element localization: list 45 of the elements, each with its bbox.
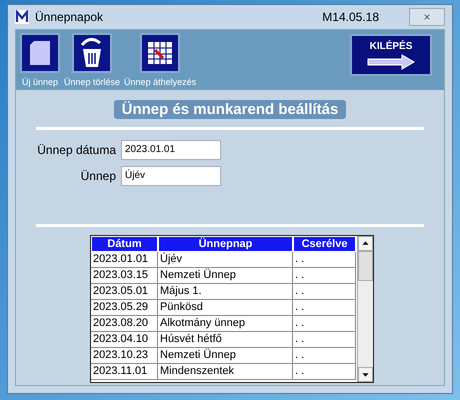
- scroll-up-icon[interactable]: [358, 236, 373, 251]
- table-cell: Május 1.: [158, 284, 293, 300]
- table-cell: Mindenszentek: [158, 364, 293, 380]
- table-cell: Nemzeti Ünnep: [158, 348, 293, 364]
- field-label: Ünnep: [80, 169, 116, 183]
- scrollbar[interactable]: [357, 236, 373, 382]
- column-header[interactable]: Ünnepnap: [158, 236, 293, 252]
- version-label: M14.05.18: [322, 10, 379, 24]
- table-cell: Újév: [158, 252, 293, 268]
- app-logo-icon: [15, 10, 29, 24]
- column-header[interactable]: Dátum: [91, 236, 158, 252]
- table-cell: . .: [293, 364, 356, 380]
- table-cell: Pünkösd: [158, 300, 293, 316]
- table-cell: . .: [293, 252, 356, 268]
- section-heading: Ünnep és munkarend beállítás: [114, 100, 346, 119]
- table-cell: . .: [293, 284, 356, 300]
- table-cell: . .: [293, 316, 356, 332]
- table-cell: 2023.04.10: [91, 332, 158, 348]
- input-field[interactable]: 2023.01.01: [121, 140, 221, 160]
- input-field[interactable]: Újév: [121, 166, 221, 186]
- table-cell: 2023.08.20: [91, 316, 158, 332]
- window-title: Ünnepnapok: [35, 10, 104, 24]
- scroll-down-icon[interactable]: [358, 367, 373, 382]
- table-cell: . .: [293, 348, 356, 364]
- trash-icon: [72, 33, 112, 73]
- arrow-icon: [366, 54, 416, 70]
- field-label: Ünnep dátuma: [36, 143, 116, 157]
- table-cell: 2023.10.23: [91, 348, 158, 364]
- table-cell: Alkotmány ünnep: [158, 316, 293, 332]
- table-cell: 2023.01.01: [91, 252, 158, 268]
- table-cell: Nemzeti Ünnep: [158, 268, 293, 284]
- table-cell: . .: [293, 268, 356, 284]
- scroll-thumb[interactable]: [358, 251, 373, 281]
- close-button[interactable]: ×: [409, 8, 445, 26]
- table-cell: 2023.11.01: [91, 364, 158, 380]
- table-cell: 2023.05.01: [91, 284, 158, 300]
- table-cell: Húsvét hétfő: [158, 332, 293, 348]
- table-cell: 2023.05.29: [91, 300, 158, 316]
- table-cell: . .: [293, 332, 356, 348]
- document-icon: [20, 33, 60, 73]
- column-header[interactable]: Cserélve: [293, 236, 356, 252]
- exit-button[interactable]: KILÉPÉS: [350, 34, 432, 76]
- table-cell: . .: [293, 300, 356, 316]
- table-cell: 2023.03.15: [91, 268, 158, 284]
- calendar-icon: [140, 33, 180, 73]
